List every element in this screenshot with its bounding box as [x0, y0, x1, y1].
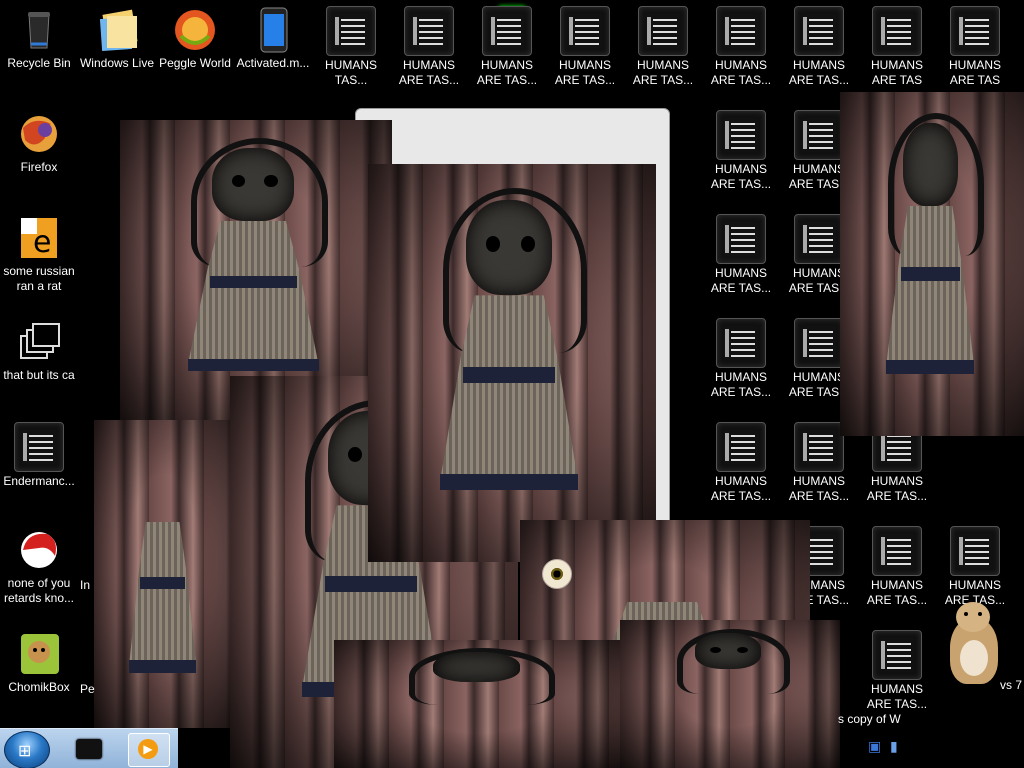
document-icon: [716, 422, 766, 472]
humans-are-tas-document[interactable]: HUMANS ARE TAS...: [702, 208, 780, 304]
document-label: HUMANS ARE TAS...: [710, 370, 772, 399]
humans-are-tas-document[interactable]: HUMANS ARE TAS...: [468, 0, 546, 96]
chomikbox-icon: [15, 630, 63, 678]
desktop: Recycle Bin Firefox e some russian ran a…: [0, 0, 1024, 768]
document-label: HUMANS ARE TAS...: [788, 474, 850, 503]
partial-icon-label: In: [80, 578, 91, 592]
none-of-you-shortcut[interactable]: none of you retards kno...: [0, 520, 78, 616]
peggle-world-shortcut[interactable]: Peggle World: [156, 0, 234, 96]
document-icon: [716, 214, 766, 264]
humans-are-tas-document[interactable]: HUMANS ARE TAS...: [390, 0, 468, 96]
document-icon: [872, 526, 922, 576]
document-label: HUMANS ARE TAS...: [710, 474, 772, 503]
windows-orb-icon: ⊞: [18, 743, 32, 760]
taskbar-explorer-button[interactable]: [70, 733, 110, 765]
firefox-shortcut[interactable]: Firefox: [0, 104, 78, 200]
shortcut-e-icon: e: [15, 214, 63, 262]
humans-are-tas-document[interactable]: HUMANS ARE TAS: [858, 0, 936, 96]
document-icon: [872, 630, 922, 680]
document-label: HUMANS ARE TAS...: [710, 162, 772, 191]
document-icon: [404, 6, 454, 56]
humans-are-tas-document[interactable]: HUMANS ARE TAS...: [858, 520, 936, 616]
eyeball-icon[interactable]: [542, 559, 572, 589]
windows-live-shortcut[interactable]: Windows Live: [78, 0, 156, 96]
humans-are-tas-document[interactable]: HUMANS ARE TAS: [936, 0, 1014, 96]
document-icon: [794, 214, 844, 264]
firefox-icon: [15, 110, 63, 158]
system-tray: ▣ ▮: [860, 736, 910, 762]
document-icon: [950, 6, 1000, 56]
humans-are-tas-document[interactable]: HUMANS ARE TAS...: [702, 312, 780, 408]
doll-image-window[interactable]: [840, 92, 1024, 436]
humans-are-tas-document[interactable]: HUMANS ARE TAS...: [546, 0, 624, 96]
document-icon: [794, 318, 844, 368]
recycle-bin-shortcut[interactable]: Recycle Bin: [0, 0, 78, 96]
blue-phone-icon: [249, 6, 297, 54]
document-icon: [716, 6, 766, 56]
document-icon: [872, 6, 922, 56]
doll-image-window[interactable]: [620, 620, 840, 768]
taskbar: ⊞ ▶: [0, 728, 178, 768]
explorer-icon: [76, 739, 102, 759]
partial-icon-label: Pe: [80, 682, 95, 696]
document-label: HUMANS ARE TAS...: [710, 58, 772, 87]
humans-are-tas-document[interactable]: HUMANS ARE TAS...: [858, 624, 936, 720]
document-label: HUMANS ARE TAS...: [866, 578, 928, 607]
humans-are-tas-document[interactable]: HUMANS ARE TAS...: [702, 104, 780, 200]
document-label: HUMANS ARE TAS: [870, 58, 923, 87]
folder-icon: [93, 6, 141, 54]
document-icon: [794, 110, 844, 160]
document-label: HUMANS TAS...: [324, 58, 377, 87]
that-but-its-shortcut[interactable]: that but its ca: [0, 312, 78, 408]
document-icon: [716, 318, 766, 368]
document-label: HUMANS ARE TAS...: [554, 58, 616, 87]
document-label: HUMANS ARE TAS: [948, 58, 1001, 87]
document-icon: [560, 6, 610, 56]
humans-are-tas-document[interactable]: HUMANS ARE TAS...: [624, 0, 702, 96]
hamster-desktop-pet[interactable]: [942, 600, 1004, 686]
stacked-windows-icon: [15, 318, 63, 366]
recycle-bin-icon: [15, 6, 63, 54]
document-icon: [794, 6, 844, 56]
document-icon: [638, 6, 688, 56]
endermanch-shortcut[interactable]: Endermanc...: [0, 416, 78, 512]
document-label: HUMANS ARE TAS...: [398, 58, 460, 87]
document-label: HUMANS ARE TAS...: [476, 58, 538, 87]
document-icon: [14, 422, 64, 472]
some-russian-shortcut[interactable]: e some russian ran a rat: [0, 208, 78, 304]
doll-image-window[interactable]: [94, 420, 234, 728]
document-icon: [794, 422, 844, 472]
flag-icon[interactable]: ▮: [890, 738, 898, 755]
document-icon: [326, 6, 376, 56]
document-label: HUMANS ARE TAS...: [866, 682, 928, 711]
document-label: HUMANS ARE TAS...: [632, 58, 694, 87]
doll-image-window[interactable]: [368, 164, 656, 562]
document-icon: [482, 6, 532, 56]
firefox-red-icon: [15, 526, 63, 574]
doll-image-window[interactable]: [334, 640, 624, 768]
document-label: HUMANS ARE TAS...: [866, 474, 928, 503]
humans-are-tas-document[interactable]: HUMANS ARE TAS...: [702, 0, 780, 96]
humans-are-tas-document[interactable]: HUMANS ARE TAS...: [780, 0, 858, 96]
document-icon: [950, 526, 1000, 576]
hamster-caption-right: vs 7: [1000, 678, 1023, 692]
document-label: HUMANS ARE TAS...: [788, 58, 850, 87]
hamster-caption: s copy of W: [838, 712, 901, 726]
activated-shortcut[interactable]: Activated.m...: [234, 0, 312, 96]
start-button[interactable]: ⊞: [4, 731, 50, 768]
document-icon: [716, 110, 766, 160]
document-label: HUMANS ARE TAS...: [710, 266, 772, 295]
humans-are-tas-document[interactable]: HUMANS TAS...: [312, 0, 390, 96]
taskbar-media-player-button[interactable]: ▶: [128, 733, 170, 767]
media-player-icon: ▶: [138, 739, 158, 759]
chomikbox-shortcut[interactable]: ChomikBox: [0, 624, 78, 720]
humans-are-tas-document[interactable]: HUMANS ARE TAS...: [702, 416, 780, 512]
network-icon[interactable]: ▣: [868, 738, 881, 755]
peggle-icon: [171, 6, 219, 54]
